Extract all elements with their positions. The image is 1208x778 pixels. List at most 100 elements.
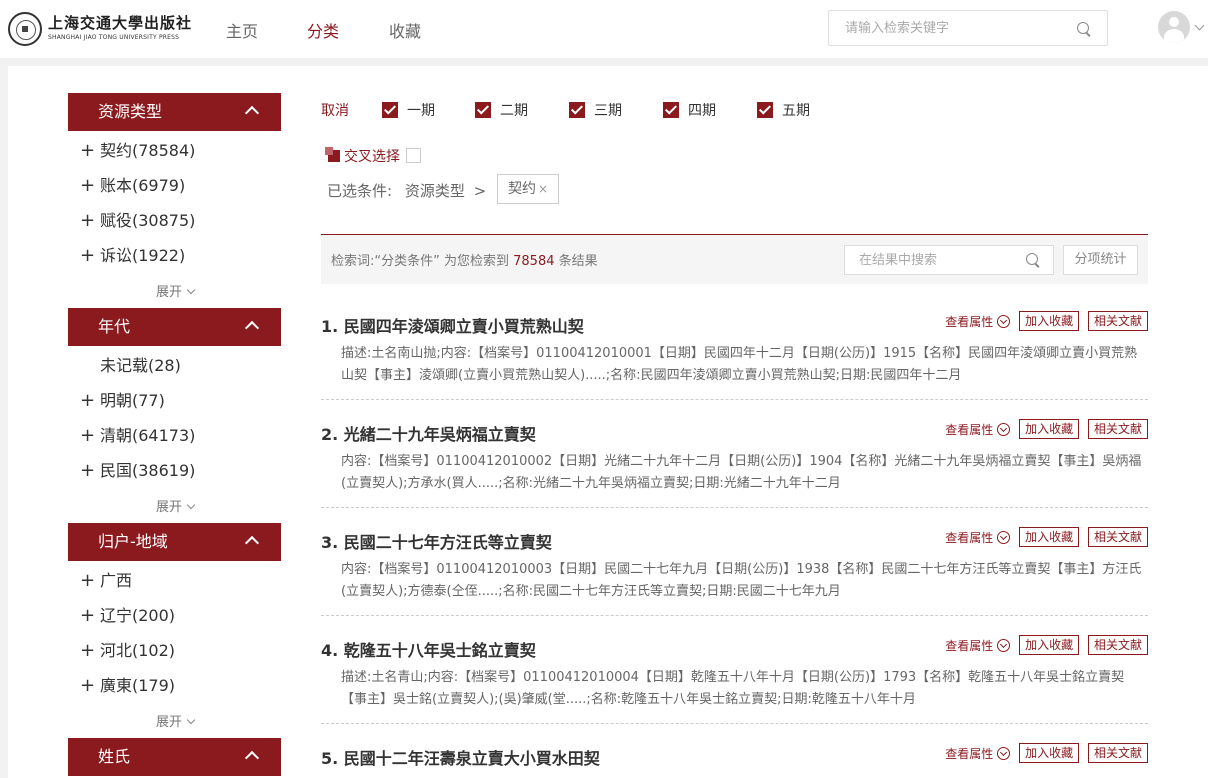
sidebar-item-label: 赋役(30875) xyxy=(100,211,196,230)
view-attributes-label: 查看属性 xyxy=(945,314,994,329)
sidebar-item-guangdong[interactable]: + 廣東(179) xyxy=(80,674,175,698)
add-favorite-button[interactable]: 加入收藏 xyxy=(1019,743,1080,763)
sidebar-item-qing[interactable]: + 清朝(64173) xyxy=(80,424,195,448)
related-docs-button[interactable]: 相关文献 xyxy=(1087,419,1148,439)
stats-button[interactable]: 分项统计 xyxy=(1063,245,1138,275)
checkbox-checked-icon xyxy=(757,102,773,118)
period-5-checkbox[interactable]: 五期 xyxy=(757,100,810,120)
sidebar-group-resource-type[interactable]: 资源类型 xyxy=(68,93,281,131)
cross-select-checkbox[interactable] xyxy=(406,148,421,163)
publisher-logo[interactable]: 上海交通大學出版社 SHANGHAI JIAO TONG UNIVERSITY … xyxy=(8,10,191,48)
sidebar-item-ledger[interactable]: + 账本(6979) xyxy=(80,174,185,198)
global-search-input[interactable] xyxy=(829,11,1059,45)
plus-icon: + xyxy=(80,640,96,661)
result-description: 内容:【档案号】01100412010003【日期】民國二十七年九月【日期(公历… xyxy=(341,562,1142,599)
sidebar-item-guangxi[interactable]: + 广西 xyxy=(80,569,132,593)
cross-select-icon xyxy=(325,147,340,162)
search-icon[interactable] xyxy=(1026,253,1040,267)
period-4-checkbox[interactable]: 四期 xyxy=(663,100,716,120)
chevron-up-icon xyxy=(244,750,260,766)
sidebar-group-surname[interactable]: 姓氏 xyxy=(68,738,281,776)
view-attributes-label: 查看属性 xyxy=(945,530,994,545)
selected-tag-contract[interactable]: 契约 × xyxy=(497,174,560,204)
main-panel: 资源类型 + 契约(78584) + 账本(6979) + 赋役(30875) + 诉讼… xyxy=(8,66,1208,778)
add-favorite-button[interactable]: 加入收藏 xyxy=(1019,635,1080,655)
result-actions: 查看属性 加入收藏 相关文献 xyxy=(945,743,1148,763)
result-title[interactable]: 5. 民國十二年汪壽泉立賣大小買水田契 xyxy=(321,745,600,769)
period-2-checkbox[interactable]: 二期 xyxy=(475,100,528,120)
sidebar-item-label: 契约(78584) xyxy=(100,141,196,160)
add-favorite-button[interactable]: 加入收藏 xyxy=(1019,527,1080,547)
view-attributes-button[interactable]: 查看属性 xyxy=(945,529,1011,546)
add-favorite-button[interactable]: 加入收藏 xyxy=(1019,419,1080,439)
sidebar-item-hebei[interactable]: + 河北(102) xyxy=(80,639,175,663)
result-title[interactable]: 1. 民國四年淩頌卿立賣小買荒熟山契 xyxy=(321,313,584,337)
view-attributes-button[interactable]: 查看属性 xyxy=(945,313,1011,330)
chevron-down-icon xyxy=(186,500,196,510)
view-attributes-label: 查看属性 xyxy=(945,422,994,437)
divider xyxy=(321,723,1148,724)
selected-category: 资源类型 xyxy=(404,182,465,200)
close-icon[interactable]: × xyxy=(538,182,548,196)
sidebar-item-label: 广西 xyxy=(100,571,133,590)
checkbox-checked-icon xyxy=(475,102,491,118)
sidebar-item-label: 明朝(77) xyxy=(100,391,165,410)
result-title[interactable]: 2. 光緒二十九年吳炳福立賣契 xyxy=(321,421,536,445)
sidebar-item-contract[interactable]: + 契约(78584) xyxy=(80,139,195,163)
expand-era[interactable]: 展开 xyxy=(156,496,196,515)
period-label: 一期 xyxy=(407,103,435,119)
view-attributes-button[interactable]: 查看属性 xyxy=(945,421,1011,438)
sidebar-group-era[interactable]: 年代 xyxy=(68,308,281,346)
expand-resource-type[interactable]: 展开 xyxy=(156,281,196,300)
sidebar-item-corvee[interactable]: + 赋役(30875) xyxy=(80,209,195,233)
period-3-checkbox[interactable]: 三期 xyxy=(569,100,622,120)
related-docs-button[interactable]: 相关文献 xyxy=(1087,635,1148,655)
view-attributes-button[interactable]: 查看属性 xyxy=(945,745,1011,762)
nav-favorites[interactable]: 收藏 xyxy=(389,18,421,42)
sidebar-group-title: 年代 xyxy=(98,317,131,336)
result-actions: 查看属性 加入收藏 相关文献 xyxy=(945,527,1148,547)
add-favorite-button[interactable]: 加入收藏 xyxy=(1019,311,1080,331)
sidebar-item-label: 账本(6979) xyxy=(100,176,186,195)
plus-icon: + xyxy=(80,210,96,231)
sidebar-item-label: 清朝(64173) xyxy=(100,426,196,445)
expand-region[interactable]: 展开 xyxy=(156,711,196,730)
result-description: 描述:土名南山抛;内容:【档案号】01100412010001【日期】民國四年十… xyxy=(341,346,1138,383)
result-description: 内容:【档案号】01100412010002【日期】光緒二十九年十二月【日期(公… xyxy=(341,454,1142,491)
cancel-filter-link[interactable]: 取消 xyxy=(321,100,349,120)
plus-icon: + xyxy=(80,460,96,481)
cross-select: 交叉选择 xyxy=(325,146,421,166)
period-1-checkbox[interactable]: 一期 xyxy=(382,100,435,120)
user-avatar-icon[interactable] xyxy=(1158,11,1190,43)
summary-suffix: 条结果 xyxy=(558,254,598,269)
nav-category[interactable]: 分类 xyxy=(307,18,339,42)
sidebar-group-title: 资源类型 xyxy=(98,102,163,121)
result-actions: 查看属性 加入收藏 相关文献 xyxy=(945,311,1148,331)
sidebar-item-republic[interactable]: + 民国(38619) xyxy=(80,459,195,483)
view-attributes-button[interactable]: 查看属性 xyxy=(945,637,1011,654)
chevron-down-icon[interactable] xyxy=(1194,20,1205,31)
search-icon[interactable] xyxy=(1077,22,1091,36)
divider xyxy=(321,615,1148,616)
logo-english-name: SHANGHAI JIAO TONG UNIVERSITY PRESS xyxy=(48,34,180,41)
sidebar-item-unrecorded[interactable]: 未记载(28) xyxy=(80,354,181,378)
result-title[interactable]: 3. 民國二十七年方汪氏等立賣契 xyxy=(321,529,552,553)
result-title[interactable]: 4. 乾隆五十八年吳士銘立賣契 xyxy=(321,637,536,661)
related-docs-button[interactable]: 相关文献 xyxy=(1087,311,1148,331)
sidebar-item-lawsuit[interactable]: + 诉讼(1922) xyxy=(80,244,185,268)
sidebar-group-region[interactable]: 归户-地域 xyxy=(68,523,281,561)
related-docs-button[interactable]: 相关文献 xyxy=(1087,527,1148,547)
chevron-down-circle-icon xyxy=(997,530,1011,544)
checkbox-checked-icon xyxy=(569,102,585,118)
checkbox-checked-icon xyxy=(663,102,679,118)
sidebar-item-label: 诉讼(1922) xyxy=(100,246,186,265)
related-docs-button[interactable]: 相关文献 xyxy=(1087,743,1148,763)
sidebar-item-ming[interactable]: + 明朝(77) xyxy=(80,389,165,413)
result-actions: 查看属性 加入收藏 相关文献 xyxy=(945,419,1148,439)
summary-prefix: 检索词:“分类条件” 为您检索到 xyxy=(331,254,509,269)
view-attributes-label: 查看属性 xyxy=(945,638,994,653)
plus-icon: + xyxy=(80,245,96,266)
nav-home[interactable]: 主页 xyxy=(226,18,258,42)
sidebar-item-liaoning[interactable]: + 辽宁(200) xyxy=(80,604,175,628)
search-within-input[interactable] xyxy=(845,246,1015,274)
